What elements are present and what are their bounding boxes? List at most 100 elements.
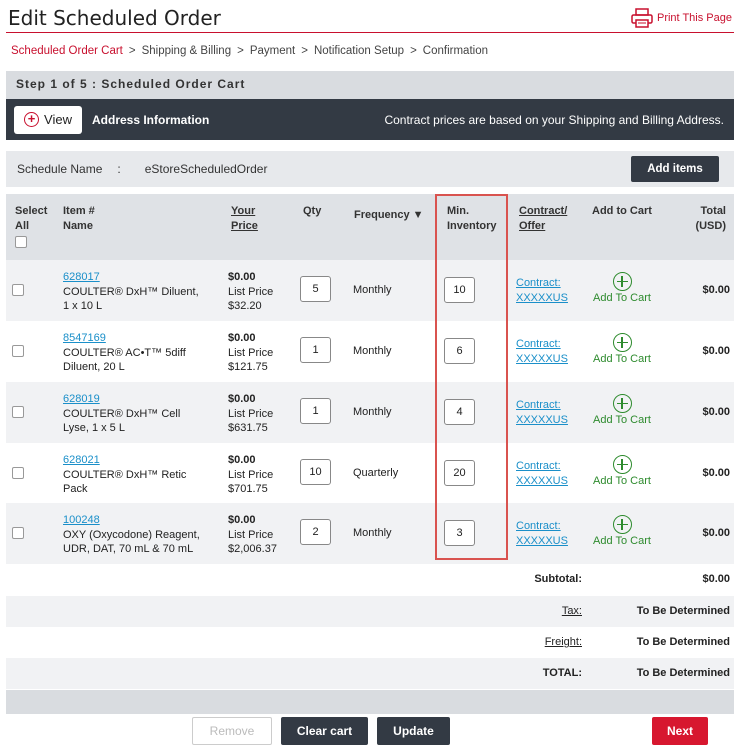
row-total-value: $0.00	[702, 527, 730, 539]
contract-header-label-1[interactable]: Contract/	[519, 205, 567, 217]
print-page-label: Print This Page	[656, 12, 732, 24]
list-price-value: $631.75	[228, 422, 268, 434]
frequency-value: Monthly	[353, 527, 392, 539]
item-name-line-2: Lyse, 1 x 5 L	[63, 422, 125, 434]
breadcrumb-step-cart[interactable]: Scheduled Order Cart	[11, 45, 123, 57]
frequency-header[interactable]: Frequency ▼	[354, 208, 424, 223]
grand-total-row: TOTAL: To Be Determined	[6, 658, 734, 689]
breadcrumb-step-payment: Payment	[249, 45, 296, 57]
row-select-checkbox[interactable]	[12, 467, 24, 479]
qty-input[interactable]: 1	[300, 337, 331, 363]
add-to-cart-button[interactable]: Add To Cart	[591, 394, 653, 426]
print-page-link[interactable]: Print This Page	[631, 8, 732, 28]
subtotal-label: Subtotal:	[534, 573, 582, 585]
min-inventory-input[interactable]: 10	[444, 277, 475, 303]
your-price-value: $0.00	[228, 271, 256, 283]
address-title: Address Information	[92, 112, 210, 127]
contract-id[interactable]: XXXXXUS	[516, 413, 568, 428]
select-all-header: Select All	[15, 204, 47, 234]
item-number-link[interactable]: 628019	[63, 393, 100, 405]
contract-id[interactable]: XXXXXUS	[516, 474, 568, 489]
item-number-link[interactable]: 8547169	[63, 332, 106, 344]
row-total-value: $0.00	[702, 345, 730, 357]
subtotal-row: Subtotal: $0.00	[6, 564, 734, 595]
total-header-label-2: (USD)	[695, 220, 726, 232]
contract-label[interactable]: Contract:	[516, 398, 568, 413]
contract-header-label-2[interactable]: Offer	[519, 220, 545, 232]
contract-link[interactable]: Contract: XXXXXUS	[516, 459, 568, 488]
contract-label[interactable]: Contract:	[516, 337, 568, 352]
total-header: Total (USD)	[695, 204, 726, 234]
address-bar: + View Address Information Contract pric…	[6, 99, 734, 140]
add-to-cart-button[interactable]: Add To Cart	[591, 515, 653, 547]
item-name-line-1: COULTER® AC•T™ 5diff	[63, 346, 186, 359]
item-number-link[interactable]: 628021	[63, 454, 100, 466]
list-price-value: $701.75	[228, 483, 268, 495]
plus-circle-icon: +	[24, 112, 40, 127]
add-to-cart-button[interactable]: Add To Cart	[591, 455, 653, 487]
item-name-line-2: Diluent, 20 L	[63, 361, 125, 373]
min-inventory-input[interactable]: 4	[444, 399, 475, 425]
breadcrumb-step-confirmation: Confirmation	[422, 45, 488, 57]
list-price-label: List Price	[228, 468, 274, 481]
contract-link[interactable]: Contract: XXXXXUS	[516, 519, 568, 548]
breadcrumb-step-notification: Notification Setup	[313, 45, 405, 57]
item-name-line-2: Pack	[63, 483, 88, 495]
total-header-label-1: Total	[700, 205, 726, 217]
item-cell: 628021 COULTER® DxH™ Retic Pack	[63, 453, 213, 497]
min-inventory-input[interactable]: 6	[444, 338, 475, 364]
qty-input[interactable]: 2	[300, 519, 331, 545]
contract-link[interactable]: Contract: XXXXXUS	[516, 276, 568, 305]
item-cell: 628017 COULTER® DxH™ Diluent, 1 x 10 L	[63, 270, 213, 314]
clear-cart-button[interactable]: Clear cart	[281, 717, 368, 745]
contract-price-note: Contract prices are based on your Shippi…	[384, 112, 724, 127]
view-address-button[interactable]: + View	[14, 105, 82, 134]
row-select-checkbox[interactable]	[12, 284, 24, 296]
breadcrumb: Scheduled Order Cart > Shipping & Billing >…	[11, 45, 488, 57]
contract-id[interactable]: XXXXXUS	[516, 534, 568, 549]
contract-id[interactable]: XXXXXUS	[516, 291, 568, 306]
item-cell: 100248 OXY (Oxycodone) Reagent, UDR, DAT, …	[63, 513, 213, 557]
row-select-checkbox[interactable]	[12, 527, 24, 539]
title-divider	[6, 32, 734, 33]
tax-label[interactable]: Tax:	[562, 605, 582, 617]
item-number-link[interactable]: 100248	[63, 514, 100, 526]
price-cell: $0.00 List Price $32.20	[228, 270, 273, 314]
freight-value: To Be Determined	[636, 636, 730, 648]
contract-offer-header[interactable]: Contract/ Offer	[519, 204, 567, 234]
table-row: 628017 COULTER® DxH™ Diluent, 1 x 10 L $0.0…	[6, 260, 734, 321]
list-price-value: $121.75	[228, 361, 268, 373]
remove-button[interactable]: Remove	[192, 717, 272, 745]
qty-input[interactable]: 5	[300, 276, 331, 302]
your-price-header-label-1[interactable]: Your	[231, 205, 255, 217]
update-button[interactable]: Update	[377, 717, 450, 745]
add-to-cart-button[interactable]: Add To Cart	[591, 272, 653, 304]
select-all-checkbox[interactable]	[15, 236, 27, 248]
your-price-header[interactable]: Your Price	[231, 204, 258, 234]
contract-id[interactable]: XXXXXUS	[516, 352, 568, 367]
add-items-button[interactable]: Add items	[631, 156, 719, 182]
contract-label[interactable]: Contract:	[516, 276, 568, 291]
list-price-label: List Price	[228, 346, 274, 359]
contract-link[interactable]: Contract: XXXXXUS	[516, 337, 568, 366]
min-inventory-input[interactable]: 20	[444, 460, 475, 486]
view-address-label: View	[44, 112, 72, 127]
row-select-checkbox[interactable]	[12, 345, 24, 357]
qty-input[interactable]: 10	[300, 459, 331, 485]
freight-label[interactable]: Freight:	[545, 636, 582, 648]
row-select-checkbox[interactable]	[12, 406, 24, 418]
min-inventory-input[interactable]: 3	[444, 520, 475, 546]
contract-label[interactable]: Contract:	[516, 459, 568, 474]
breadcrumb-step-shipping: Shipping & Billing	[141, 45, 232, 57]
qty-input[interactable]: 1	[300, 398, 331, 424]
your-price-value: $0.00	[228, 393, 256, 405]
freight-row: Freight: To Be Determined	[6, 627, 734, 658]
contract-label[interactable]: Contract:	[516, 519, 568, 534]
item-number-link[interactable]: 628017	[63, 271, 100, 283]
table-row: 628021 COULTER® DxH™ Retic Pack $0.00 List P…	[6, 443, 734, 504]
next-button[interactable]: Next	[652, 717, 708, 745]
contract-link[interactable]: Contract: XXXXXUS	[516, 398, 568, 427]
your-price-header-label-2[interactable]: Price	[231, 220, 258, 232]
add-to-cart-button[interactable]: Add To Cart	[591, 333, 653, 365]
plus-circle-icon	[612, 455, 632, 474]
